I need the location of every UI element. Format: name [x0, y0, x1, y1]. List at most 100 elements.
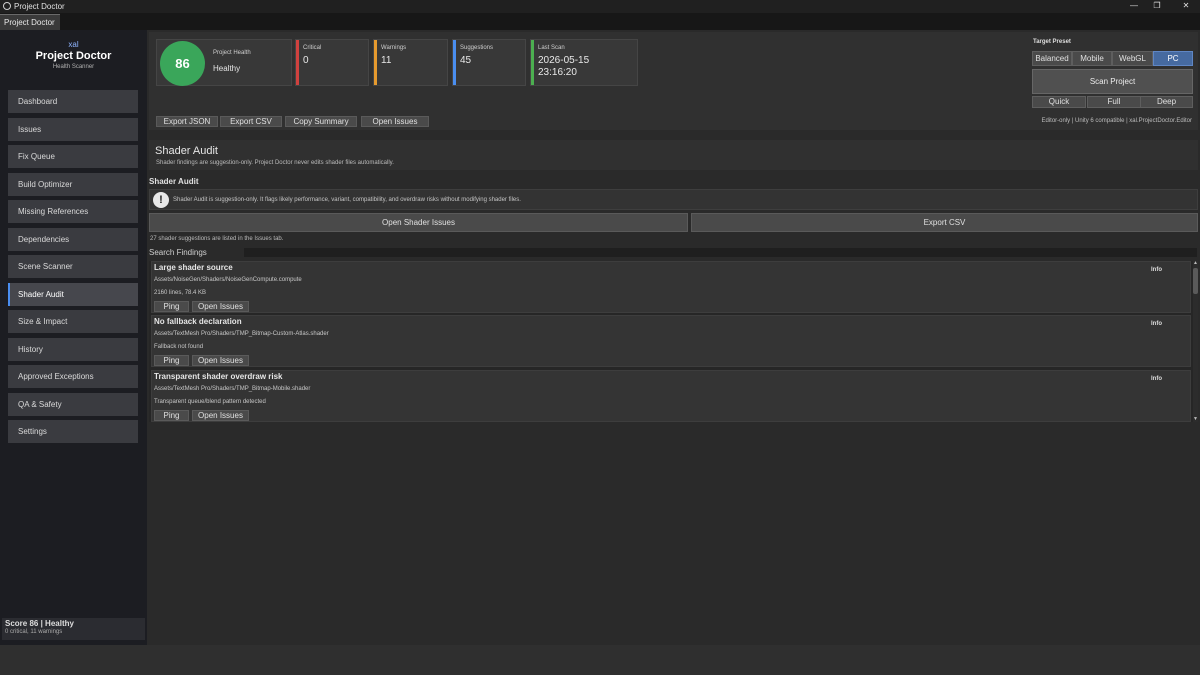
suggestions-label: Suggestions — [460, 45, 494, 51]
last-scan-accent-bar — [531, 40, 534, 85]
last-scan-date: 2026-05-15 — [538, 55, 590, 66]
finding-title: Large shader source — [154, 263, 233, 272]
sidebar-item-size-impact[interactable]: Size & Impact — [8, 310, 138, 333]
finding-title: Transparent shader overdraw risk — [154, 372, 283, 381]
main-panel: 86 Project Health Healthy Critical 0 War… — [147, 30, 1200, 645]
preset-webgl-button[interactable]: WebGL — [1112, 51, 1153, 66]
editor-tab-strip: Project Doctor — [0, 13, 1200, 30]
critical-count: 0 — [303, 55, 309, 66]
exclamation-icon: ! — [153, 192, 169, 208]
info-text: Shader Audit is suggestion-only. It flag… — [173, 197, 521, 203]
sidebar-item-approved-exceptions[interactable]: Approved Exceptions — [8, 365, 138, 388]
warnings-count: 11 — [381, 55, 392, 66]
severity-badge: Info — [1151, 267, 1162, 273]
ping-button[interactable]: Ping — [154, 355, 189, 366]
finding-detail: 2160 lines, 78.4 KB — [154, 290, 207, 296]
severity-badge: Info — [1151, 321, 1162, 327]
critical-label: Critical — [303, 45, 322, 51]
health-status: Healthy — [213, 64, 241, 73]
finding-open-issues-button[interactable]: Open Issues — [192, 410, 249, 421]
finding-path: Assets/TextMesh Pro/Shaders/TMP_Bitmap-M… — [154, 386, 311, 392]
brand-name: Project Doctor — [35, 50, 112, 62]
sidebar-item-dependencies[interactable]: Dependencies — [8, 227, 138, 251]
severity-badge: Info — [1151, 376, 1162, 382]
brand-tag: xal — [68, 40, 79, 49]
ping-button[interactable]: Ping — [154, 410, 189, 421]
footer-counts: 0 critical, 11 warnings — [5, 629, 63, 635]
sidebar-item-qa-safety[interactable]: QA & Safety — [8, 392, 138, 416]
sidebar-item-fix-queue[interactable]: Fix Queue — [8, 145, 138, 168]
project-health-card: 86 Project Health Healthy — [156, 39, 292, 86]
findings-scrollbar[interactable]: ▲ ▼ — [1193, 261, 1198, 422]
suggestions-count: 45 — [460, 55, 472, 66]
search-findings-input[interactable] — [243, 247, 1198, 258]
suggestions-card: Suggestions 45 — [452, 39, 526, 86]
findings-list: Large shader source Assets/NoiseGen/Shad… — [149, 261, 1198, 422]
ping-button[interactable]: Ping — [154, 301, 189, 312]
scan-deep-button[interactable]: Deep — [1140, 96, 1193, 108]
finding-detail: Transparent queue/blend pattern detected — [154, 399, 266, 405]
finding-item: Transparent shader overdraw risk Assets/… — [151, 370, 1191, 422]
last-scan-card: Last Scan 2026-05-15 23:16:20 — [530, 39, 638, 86]
sidebar-item-build-optimizer[interactable]: Build Optimizer — [8, 172, 138, 196]
bottom-bar — [0, 645, 1200, 675]
target-preset-label: Target Preset — [1033, 39, 1071, 45]
copy-summary-button[interactable]: Copy Summary — [285, 116, 357, 127]
app-icon — [3, 2, 11, 10]
footer-score: Score 86 | Healthy — [5, 619, 74, 628]
warnings-label: Warnings — [381, 45, 407, 51]
minimize-icon[interactable]: — — [1128, 1, 1140, 11]
sidebar-item-dashboard[interactable]: Dashboard — [8, 90, 138, 113]
finding-detail: Fallback not found — [154, 344, 204, 350]
window-title: Project Doctor — [14, 2, 65, 11]
finding-title: No fallback declaration — [154, 317, 242, 326]
suggestion-count-note: 27 shader suggestions are listed in the … — [150, 236, 284, 242]
last-scan-time: 23:16:20 — [538, 67, 577, 78]
page-title: Shader Audit — [155, 145, 218, 157]
health-header: 86 Project Health Healthy Critical 0 War… — [149, 32, 1198, 130]
brand-subtitle: Health Scanner — [52, 64, 95, 70]
health-score-circle: 86 — [160, 41, 205, 86]
scroll-up-icon[interactable]: ▲ — [1193, 261, 1198, 266]
maximize-icon[interactable]: ❐ — [1151, 1, 1163, 11]
close-icon[interactable]: ✕ — [1180, 1, 1192, 11]
export-json-button[interactable]: Export JSON — [156, 116, 218, 127]
critical-accent-bar — [296, 40, 299, 85]
open-issues-button[interactable]: Open Issues — [361, 116, 429, 127]
critical-card: Critical 0 — [295, 39, 369, 86]
tab-project-doctor[interactable]: Project Doctor — [0, 14, 60, 30]
sidebar: xal Project Doctor Health Scanner Dashbo… — [0, 30, 147, 645]
section-header: Shader Audit Shader findings are suggest… — [149, 140, 1198, 170]
page-description: Shader findings are suggestion-only. Pro… — [156, 160, 394, 166]
title-bar: Project Doctor — ❐ ✕ — [0, 0, 1200, 13]
scrollbar-thumb[interactable] — [1193, 268, 1198, 294]
scan-project-button[interactable]: Scan Project — [1032, 69, 1193, 94]
sidebar-item-missing-references[interactable]: Missing References — [8, 200, 138, 223]
export-csv-button[interactable]: Export CSV — [220, 116, 282, 127]
scan-quick-button[interactable]: Quick — [1032, 96, 1086, 108]
finding-open-issues-button[interactable]: Open Issues — [192, 301, 249, 312]
sidebar-item-settings[interactable]: Settings — [8, 420, 138, 443]
sidebar-item-history[interactable]: History — [8, 337, 138, 361]
preset-pc-button[interactable]: PC — [1153, 51, 1193, 66]
finding-path: Assets/NoiseGen/Shaders/NoiseGenCompute.… — [154, 277, 302, 283]
preset-mobile-button[interactable]: Mobile — [1072, 51, 1112, 66]
info-helpbox: ! Shader Audit is suggestion-only. It fl… — [149, 189, 1198, 210]
scan-full-button[interactable]: Full — [1087, 96, 1141, 108]
warnings-card: Warnings 11 — [373, 39, 448, 86]
compatibility-note: Editor-only | Unity 6 compatible | xal.P… — [1041, 118, 1192, 124]
sidebar-item-issues[interactable]: Issues — [8, 117, 138, 141]
finding-open-issues-button[interactable]: Open Issues — [192, 355, 249, 366]
warnings-accent-bar — [374, 40, 377, 85]
finding-item: Large shader source Assets/NoiseGen/Shad… — [151, 261, 1191, 313]
brand: xal Project Doctor Health Scanner — [0, 40, 147, 70]
finding-item: No fallback declaration Assets/TextMesh … — [151, 315, 1191, 367]
sidebar-footer: Score 86 | Healthy 0 critical, 11 warnin… — [2, 618, 145, 640]
sidebar-item-scene-scanner[interactable]: Scene Scanner — [8, 255, 138, 278]
scroll-down-icon[interactable]: ▼ — [1193, 417, 1198, 422]
last-scan-label: Last Scan — [538, 45, 565, 51]
export-csv-shader-button[interactable]: Export CSV — [691, 213, 1198, 232]
open-shader-issues-button[interactable]: Open Shader Issues — [149, 213, 688, 232]
preset-balanced-button[interactable]: Balanced — [1032, 51, 1072, 66]
sidebar-item-shader-audit[interactable]: Shader Audit — [8, 282, 138, 306]
